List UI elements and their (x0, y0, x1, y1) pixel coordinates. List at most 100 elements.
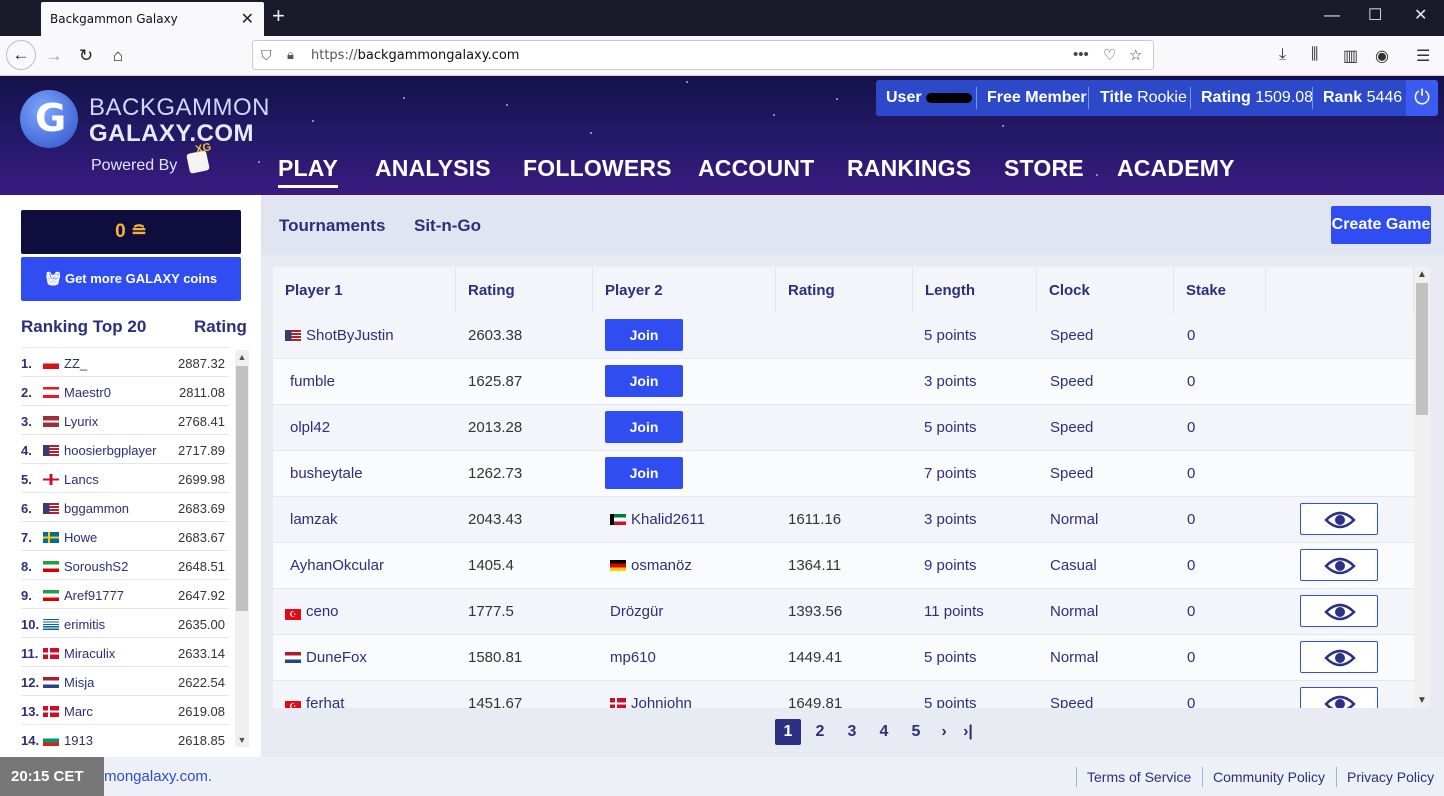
player1-name[interactable]: ShotByJustin (306, 327, 394, 344)
player2-name[interactable]: Drözgür (610, 603, 663, 620)
watch-button[interactable] (1300, 503, 1378, 535)
scroll-thumb[interactable] (236, 366, 248, 611)
terms-link[interactable]: Terms of Service (1087, 769, 1191, 785)
ranking-scrollbar[interactable]: ▲ ▼ (235, 350, 249, 747)
nav-play[interactable]: PLAY (278, 155, 339, 188)
footer-url[interactable]: mongalaxy.com. (104, 768, 212, 785)
scroll-down-icon[interactable]: ▼ (235, 735, 249, 745)
player1[interactable]: DuneFox (285, 649, 367, 666)
join-button[interactable]: Join (605, 365, 683, 397)
page-4[interactable]: 4 (871, 719, 897, 745)
logout-power-icon[interactable]: ⏻ (1406, 80, 1438, 116)
home-icon[interactable]: ⌂ (104, 42, 132, 70)
rank-player-name[interactable]: Maestr0 (64, 385, 111, 400)
player1[interactable]: ShotByJustin (285, 327, 394, 344)
rank-player-name[interactable]: erimitis (64, 617, 105, 632)
player1[interactable]: olpl42 (290, 419, 330, 436)
ranking-row[interactable]: 14. 1913 2618.85 (21, 724, 229, 753)
scroll-up-icon[interactable]: ▲ (1414, 269, 1430, 280)
sidebar-toggle-icon[interactable]: ▥ (1343, 46, 1358, 66)
rank-player-name[interactable]: 1913 (64, 733, 93, 748)
player2-name[interactable]: mp610 (610, 649, 656, 666)
ranking-row[interactable]: 13. Marc 2619.08 (21, 695, 229, 724)
player2[interactable]: Khalid2611 (610, 511, 705, 528)
menu-icon[interactable]: ☰ (1416, 46, 1430, 66)
more-actions-icon[interactable]: ••• (1073, 46, 1089, 63)
scroll-down-icon[interactable]: ▼ (1414, 695, 1430, 706)
ranking-row[interactable]: 12. Misja 2622.54 (21, 666, 229, 695)
rank-player-name[interactable]: bggammon (64, 501, 129, 516)
window-close-icon[interactable]: ✕ (1414, 8, 1427, 24)
player1[interactable]: AyhanOkcular (290, 557, 384, 574)
page-3[interactable]: 3 (839, 719, 865, 745)
rank-player-name[interactable]: Aref91777 (64, 588, 124, 603)
url-bar[interactable]: ⛉ 🔒︎ https://backgammongalaxy.com ••• ♡ … (252, 40, 1154, 70)
join-button[interactable]: Join (605, 319, 683, 351)
join-button[interactable]: Join (605, 411, 683, 443)
page-1[interactable]: 1 (775, 719, 801, 745)
player1-name[interactable]: lamzak (290, 511, 338, 528)
url-text[interactable]: https://backgammongalaxy.com (311, 48, 519, 63)
rank-player-name[interactable]: Howe (64, 530, 97, 545)
close-tab-icon[interactable]: ✕ (241, 9, 254, 29)
ranking-row[interactable]: 2. Maestr0 2811.08 (21, 376, 229, 405)
logo-text-line2[interactable]: GALAXY.COM (89, 120, 254, 148)
rank-player-name[interactable]: SoroushS2 (64, 559, 128, 574)
back-icon[interactable]: ← (6, 40, 36, 70)
nav-analysis[interactable]: ANALYSIS (375, 155, 491, 182)
rank-player-name[interactable]: Lancs (64, 472, 99, 487)
rank-player-name[interactable]: hoosierbgplayer (64, 443, 157, 458)
player1-name[interactable]: DuneFox (306, 649, 367, 666)
ranking-row[interactable]: 10. erimitis 2635.00 (21, 608, 229, 637)
new-tab-icon[interactable]: + (272, 5, 285, 27)
tab-sitngo[interactable]: Sit-n-Go (414, 216, 481, 236)
rank-player-name[interactable]: Lyurix (64, 414, 98, 429)
player2[interactable]: Drözgür (610, 603, 663, 620)
logo-text-line1[interactable]: BACKGAMMON (89, 94, 270, 122)
rank-player-name[interactable]: Miraculix (64, 646, 115, 661)
browser-tab[interactable]: Backgammon Galaxy ✕ (41, 2, 264, 36)
next-page-icon[interactable]: › (931, 719, 957, 745)
games-scrollbar[interactable]: ▲ ▼ (1414, 267, 1430, 708)
reload-icon[interactable]: ↻ (72, 42, 100, 70)
player1[interactable]: lamzak (290, 511, 338, 528)
player2[interactable]: Johnjohn (610, 695, 692, 708)
nav-account[interactable]: ACCOUNT (698, 155, 814, 182)
player1-name[interactable]: ceno (306, 603, 339, 620)
pocket-icon[interactable]: ♡ (1103, 46, 1116, 64)
ranking-row[interactable]: 7. Howe 2683.67 (21, 521, 229, 550)
watch-button[interactable] (1300, 687, 1378, 708)
shield-icon[interactable]: ⛉ (261, 47, 272, 64)
download-icon[interactable]: ⤓ (1279, 46, 1286, 64)
tab-tournaments[interactable]: Tournaments (279, 216, 385, 236)
forward-icon[interactable]: → (40, 42, 68, 70)
page-2[interactable]: 2 (807, 719, 833, 745)
page-5[interactable]: 5 (903, 719, 929, 745)
player1-name[interactable]: AyhanOkcular (290, 557, 384, 574)
rank-player-name[interactable]: ZZ_ (64, 356, 87, 371)
library-icon[interactable]: ⫼ (1311, 46, 1318, 64)
watch-button[interactable] (1300, 641, 1378, 673)
player1-name[interactable]: olpl42 (290, 419, 330, 436)
player2-name[interactable]: Johnjohn (631, 695, 692, 708)
join-button[interactable]: Join (605, 457, 683, 489)
ranking-row[interactable]: 9. Aref91777 2647.92 (21, 579, 229, 608)
player2-name[interactable]: osmanöz (631, 557, 692, 574)
nav-store[interactable]: STORE (1004, 155, 1084, 182)
player1[interactable]: ☪ ceno (285, 603, 339, 620)
player2[interactable]: mp610 (610, 649, 656, 666)
ranking-row[interactable]: 6. bggammon 2683.69 (21, 492, 229, 521)
create-game-button[interactable]: Create Game (1331, 206, 1431, 244)
community-policy-link[interactable]: Community Policy (1213, 769, 1325, 785)
player2-name[interactable]: Khalid2611 (631, 511, 705, 528)
bookmark-star-icon[interactable]: ☆ (1129, 46, 1142, 64)
lock-icon[interactable]: 🔒︎ (287, 47, 294, 63)
scroll-up-icon[interactable]: ▲ (235, 352, 249, 362)
ranking-row[interactable]: 4. hoosierbgplayer 2717.89 (21, 434, 229, 463)
account-icon[interactable]: ◉ (1375, 46, 1389, 66)
get-coins-button[interactable]: 🧺︎ Get more GALAXY coins (21, 257, 241, 301)
nav-academy[interactable]: ACADEMY (1117, 155, 1235, 182)
player1[interactable]: fumble (290, 373, 335, 390)
ranking-row[interactable]: 1. ZZ_ 2887.32 (21, 347, 229, 376)
privacy-policy-link[interactable]: Privacy Policy (1347, 769, 1434, 785)
